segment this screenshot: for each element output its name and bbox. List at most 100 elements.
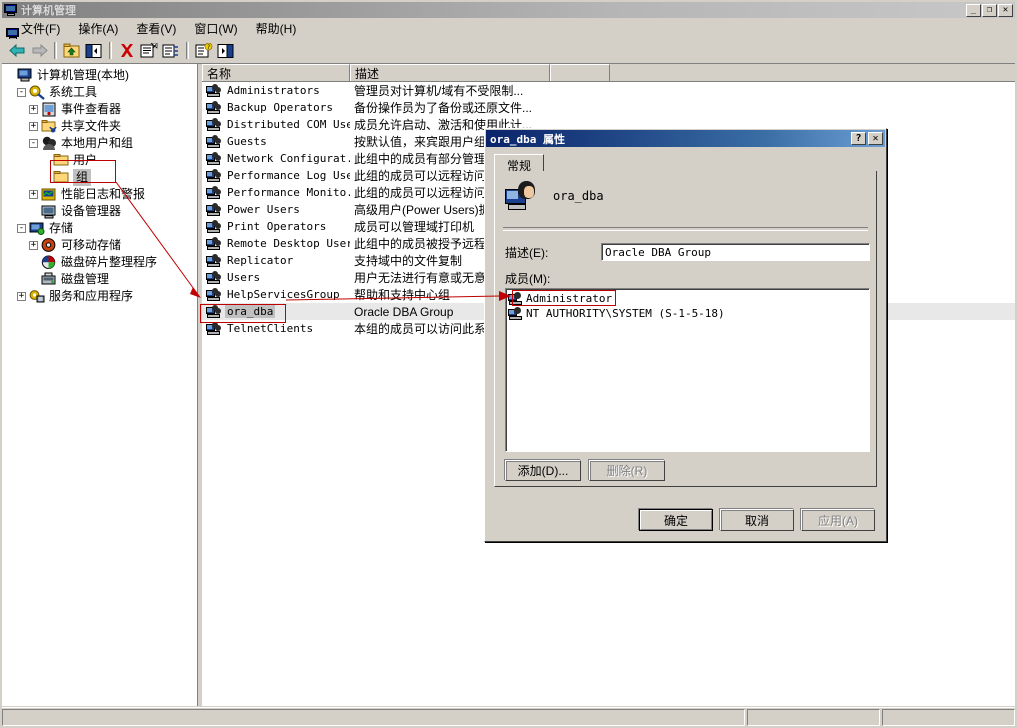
list-item[interactable]: NT AUTHORITY\SYSTEM (S-1-5-18) (508, 306, 869, 321)
cell-group-name: Distributed COM Users (202, 117, 350, 132)
cancel-button[interactable]: 取消 (720, 509, 794, 531)
cell-group-name: HelpServicesGroup (202, 287, 350, 302)
description-field[interactable]: Oracle DBA Group (601, 243, 870, 261)
cell-group-name: Performance Monito... (202, 185, 350, 200)
group-name-text: Administrators (227, 84, 320, 97)
tree-item-2[interactable]: + 事件查看器 (5, 101, 197, 118)
tree-item-13[interactable]: + 服务和应用程序 (5, 288, 197, 305)
tree-item-label: 事件查看器 (61, 102, 122, 116)
group-icon (206, 287, 222, 302)
dialog-close-button[interactable]: ✕ (868, 132, 883, 145)
folder-icon (53, 170, 70, 185)
description-label: 描述(E): (505, 245, 549, 260)
tree-expander[interactable]: - (17, 88, 26, 97)
tree-expander[interactable]: + (29, 105, 38, 114)
tree-item-11[interactable]: 磁盘碎片整理程序 (5, 254, 197, 271)
delete-x-icon[interactable] (116, 40, 138, 61)
tree-item-7[interactable]: + 性能日志和警报 (5, 186, 197, 203)
group-name-text: Users (227, 271, 261, 284)
cell-group-name: Administrators (202, 83, 350, 98)
tree-item-label: 磁盘管理 (61, 272, 110, 286)
group-icon (206, 270, 222, 285)
show-hide-tree-icon[interactable] (83, 40, 105, 61)
system-user-icon (508, 306, 524, 321)
tree-expander[interactable]: + (17, 292, 26, 301)
tree-expander[interactable]: + (29, 190, 38, 199)
shared-folders-icon (41, 119, 58, 134)
tree-item-8[interactable]: 设备管理器 (5, 203, 197, 220)
tree-item-6[interactable]: 组 (5, 169, 197, 186)
menu-item-view[interactable]: 查看(V) (127, 18, 185, 39)
add-member-button[interactable]: 添加(D)... (505, 460, 581, 481)
group-icon (206, 168, 222, 183)
system-tools-icon (29, 85, 46, 100)
tree-item-label: 设备管理器 (61, 204, 122, 218)
tree-item-4[interactable]: - 本地用户和组 (5, 135, 197, 152)
maximize-button[interactable]: ❐ (982, 3, 997, 17)
back-arrow-icon[interactable] (6, 40, 28, 61)
group-icon (206, 321, 222, 336)
group-name-text: Backup Operators (227, 101, 333, 114)
tree-expander[interactable]: + (29, 122, 38, 131)
ok-button[interactable]: 确定 (639, 509, 713, 531)
cell-group-name: Guests (202, 134, 350, 149)
menu-item-file[interactable]: 文件(F) (12, 18, 69, 39)
group-name-text: Print Operators (227, 220, 327, 233)
dialog-title-suffix: 属性 (542, 133, 565, 146)
group-name-text: Replicator (227, 254, 294, 267)
group-name-text: Guests (227, 135, 267, 148)
tree-item-12[interactable]: 磁盘管理 (5, 271, 197, 288)
close-button[interactable]: ✕ (998, 3, 1013, 17)
disk-management-icon (41, 272, 58, 287)
table-row[interactable]: Administrators 管理员对计算机/域有不受限制... (202, 82, 1015, 99)
column-header-description[interactable]: 描述 (350, 64, 550, 81)
group-description-text: Oracle DBA Group (354, 304, 454, 319)
tree-item-5[interactable]: 用户 (5, 152, 197, 169)
tree-item-9[interactable]: - 存储 (5, 220, 197, 237)
forward-arrow-icon (28, 40, 50, 61)
group-icon (206, 100, 222, 115)
menu-item-action[interactable]: 操作(A) (69, 18, 127, 39)
tree-expander[interactable]: + (29, 241, 38, 250)
user-icon (508, 291, 524, 306)
tree-item-3[interactable]: + 共享文件夹 (5, 118, 197, 135)
remove-member-button[interactable]: 删除(R) (589, 460, 665, 481)
show-pane-icon[interactable] (215, 40, 237, 61)
list-header-row: 名称 描述 (202, 64, 1015, 82)
window-title: 计算机管理 (21, 5, 76, 17)
help-icon[interactable]: ? (193, 40, 215, 61)
tree-expander[interactable]: - (17, 224, 26, 233)
minimize-button[interactable]: _ (966, 3, 981, 17)
dialog-title-buttons: ? ✕ (851, 132, 883, 145)
group-icon (206, 117, 222, 132)
up-folder-icon[interactable] (61, 40, 83, 61)
toolbar-separator (186, 42, 189, 59)
table-row[interactable]: Backup Operators 备份操作员为了备份或还原文件... (202, 99, 1015, 116)
member-name: NT AUTHORITY\SYSTEM (S-1-5-18) (526, 307, 725, 320)
toolbar-separator (54, 42, 57, 59)
tree-expander[interactable]: - (29, 139, 38, 148)
folder-icon (53, 153, 70, 168)
group-name-text: Performance Monito... (227, 186, 350, 199)
tree-item-1[interactable]: - 系统工具 (5, 84, 197, 101)
members-label: 成员(M): (505, 272, 551, 286)
export-list-icon[interactable] (160, 40, 182, 61)
group-name-text: ora_dba (553, 189, 604, 203)
tree-item-label: 共享文件夹 (61, 119, 122, 133)
tree-item-10[interactable]: + 可移动存储 (5, 237, 197, 254)
group-icon (206, 134, 222, 149)
members-listbox[interactable]: Administrator NT AUTHORITY\SYSTEM (S-1-5-… (505, 288, 870, 452)
column-header-extra[interactable] (550, 64, 610, 81)
removable-storage-icon (41, 238, 58, 253)
users-groups-icon (41, 136, 58, 151)
apply-button[interactable]: 应用(A) (801, 509, 875, 531)
menu-item-help[interactable]: 帮助(H) (247, 18, 306, 39)
console-tree-pane[interactable]: 计算机管理(本地) - 系统工具 + 事件查看器 + 共享文件夹 - 本地用户和组 用户组 + 性能日… (2, 64, 198, 706)
menu-item-window[interactable]: 窗口(W) (185, 18, 246, 39)
tree-item-0[interactable]: 计算机管理(本地) (5, 67, 197, 84)
list-item[interactable]: Administrator (508, 291, 869, 306)
properties-icon[interactable] (138, 40, 160, 61)
group-icon (206, 219, 222, 234)
help-question-button[interactable]: ? (851, 132, 866, 145)
column-header-name[interactable]: 名称 (202, 64, 350, 81)
